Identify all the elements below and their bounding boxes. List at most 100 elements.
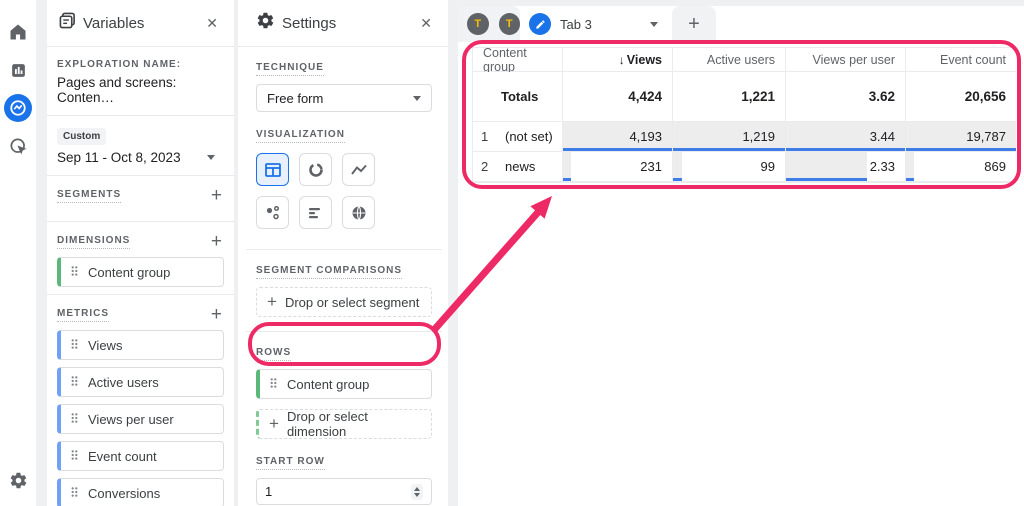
advertising-icon[interactable] — [4, 132, 32, 160]
table-cell-value[interactable]: 869 — [906, 152, 1016, 182]
variables-title: Variables — [83, 15, 195, 32]
viz-line-icon[interactable] — [342, 153, 375, 186]
heat-fill — [906, 152, 914, 181]
totals-value: 1,221 — [673, 72, 786, 122]
exploration-name-label: EXPLORATION NAME: — [57, 59, 224, 70]
variables-icon — [59, 12, 76, 34]
heat-bar — [563, 178, 571, 181]
drag-handle-icon — [70, 374, 79, 391]
add-segment-button[interactable]: + — [209, 186, 224, 205]
chip-label: Content group — [287, 377, 369, 392]
collapsed-tab[interactable]: T — [467, 13, 489, 35]
table-header-views-per-user[interactable]: Views per user — [786, 48, 906, 72]
heat-bar — [786, 148, 905, 151]
plus-icon: + — [267, 292, 277, 312]
viz-scatter-icon[interactable] — [256, 196, 289, 229]
add-tab-button[interactable]: + — [672, 6, 716, 42]
chevron-down-icon[interactable] — [650, 22, 658, 27]
table-row-dimension[interactable]: 1(not set) — [473, 122, 563, 152]
date-range-picker[interactable]: Sep 11 - Oct 8, 2023 — [57, 150, 224, 165]
heat-bar — [786, 178, 867, 181]
drop-dimension-target[interactable]: + Drop or select dimension — [256, 409, 432, 439]
table-header-views[interactable]: ↓Views — [563, 48, 673, 72]
variables-panel: Variables ✕ EXPLORATION NAME: Pages and … — [47, 0, 234, 506]
table-cell-value[interactable]: 4,193 — [563, 122, 673, 152]
rows-label: ROWS — [256, 347, 291, 361]
metric-chip[interactable]: Event count — [57, 441, 224, 471]
explore-icon[interactable] — [4, 94, 32, 122]
start-row-label: START ROW — [256, 456, 325, 470]
exploration-name[interactable]: Pages and screens: Conten… — [57, 75, 224, 105]
drag-handle-icon — [70, 485, 79, 502]
settings-title: Settings — [282, 15, 409, 32]
dimension-chip[interactable]: Content group — [57, 257, 224, 287]
table-cell-value[interactable]: 231 — [563, 152, 673, 182]
add-metric-button[interactable]: + — [209, 305, 224, 324]
metric-chip[interactable]: Views — [57, 330, 224, 360]
settings-gear-icon — [256, 11, 275, 35]
variables-close-icon[interactable]: ✕ — [202, 13, 222, 34]
chevron-down-icon — [207, 155, 215, 160]
home-icon[interactable] — [4, 18, 32, 46]
settings-panel: Settings ✕ TECHNIQUE Free form VISUALIZA… — [238, 0, 448, 506]
metric-chip[interactable]: Views per user — [57, 404, 224, 434]
viz-geo-icon[interactable] — [342, 196, 375, 229]
table-cell-value[interactable]: 1,219 — [673, 122, 786, 152]
viz-donut-icon[interactable] — [299, 153, 332, 186]
drag-handle-icon — [70, 337, 79, 354]
table-cell-value[interactable]: 19,787 — [906, 122, 1016, 152]
table-cell-value[interactable]: 99 — [673, 152, 786, 182]
admin-gear-icon[interactable] — [4, 466, 32, 494]
table-header-active-users[interactable]: Active users — [673, 48, 786, 72]
start-row-input[interactable]: 1 — [256, 478, 432, 505]
dimensions-label: DIMENSIONS — [57, 235, 130, 249]
heat-fill — [673, 152, 682, 181]
drag-handle-icon — [269, 376, 278, 393]
totals-value: 3.62 — [786, 72, 906, 122]
table-header-event-count[interactable]: Event count — [906, 48, 1016, 72]
heat-bar — [563, 148, 672, 151]
chip-label: Conversions — [88, 486, 160, 501]
drag-handle-icon — [70, 264, 79, 281]
visualization-label: VISUALIZATION — [256, 129, 345, 143]
collapsed-tab[interactable]: T — [499, 13, 521, 35]
viz-table-icon[interactable] — [256, 153, 289, 186]
drag-handle-icon — [70, 411, 79, 428]
chip-label: Active users — [88, 375, 159, 390]
table-cell-value[interactable]: 3.44 — [786, 122, 906, 152]
edit-pencil-icon[interactable] — [529, 13, 551, 35]
active-tab-label: Tab 3 — [560, 17, 592, 32]
reports-icon[interactable] — [4, 56, 32, 84]
sort-desc-icon: ↓ — [619, 53, 625, 67]
plus-icon: + — [269, 414, 279, 434]
technique-select[interactable]: Free form — [256, 84, 432, 112]
metric-chip[interactable]: Conversions — [57, 478, 224, 506]
heat-bar — [673, 148, 785, 151]
chip-label: Event count — [88, 449, 157, 464]
exploration-canvas: TT Tab 3 + Content group↓ViewsActive use… — [458, 6, 1024, 506]
collapsed-tabs-tile: TT — [458, 6, 520, 42]
stepper-icon[interactable] — [411, 484, 423, 500]
left-nav — [0, 0, 36, 506]
settings-close-icon[interactable]: ✕ — [416, 13, 436, 34]
table-header-dimension[interactable]: Content group — [473, 48, 563, 72]
totals-value: 20,656 — [906, 72, 1016, 122]
freeform-table: Content group↓ViewsActive usersViews per… — [472, 47, 1015, 183]
plus-icon: + — [688, 13, 700, 36]
drop-segment-target[interactable]: + Drop or select segment — [256, 287, 432, 317]
metric-chip[interactable]: Active users — [57, 367, 224, 397]
segments-label: SEGMENTS — [57, 189, 121, 203]
chevron-down-icon — [413, 96, 421, 101]
table-row-dimension[interactable]: 2news — [473, 152, 563, 182]
viz-bar-icon[interactable] — [299, 196, 332, 229]
rows-dimension-chip[interactable]: Content group — [256, 369, 432, 399]
heat-bar — [673, 178, 682, 181]
totals-label: Totals — [473, 72, 563, 122]
active-tab[interactable]: Tab 3 — [520, 6, 668, 42]
chip-label: Views per user — [88, 412, 174, 427]
date-custom-badge: Custom — [57, 128, 106, 145]
technique-label: TECHNIQUE — [256, 62, 324, 76]
table-cell-value[interactable]: 2.33 — [786, 152, 906, 182]
chip-label: Content group — [88, 265, 170, 280]
add-dimension-button[interactable]: + — [209, 232, 224, 251]
